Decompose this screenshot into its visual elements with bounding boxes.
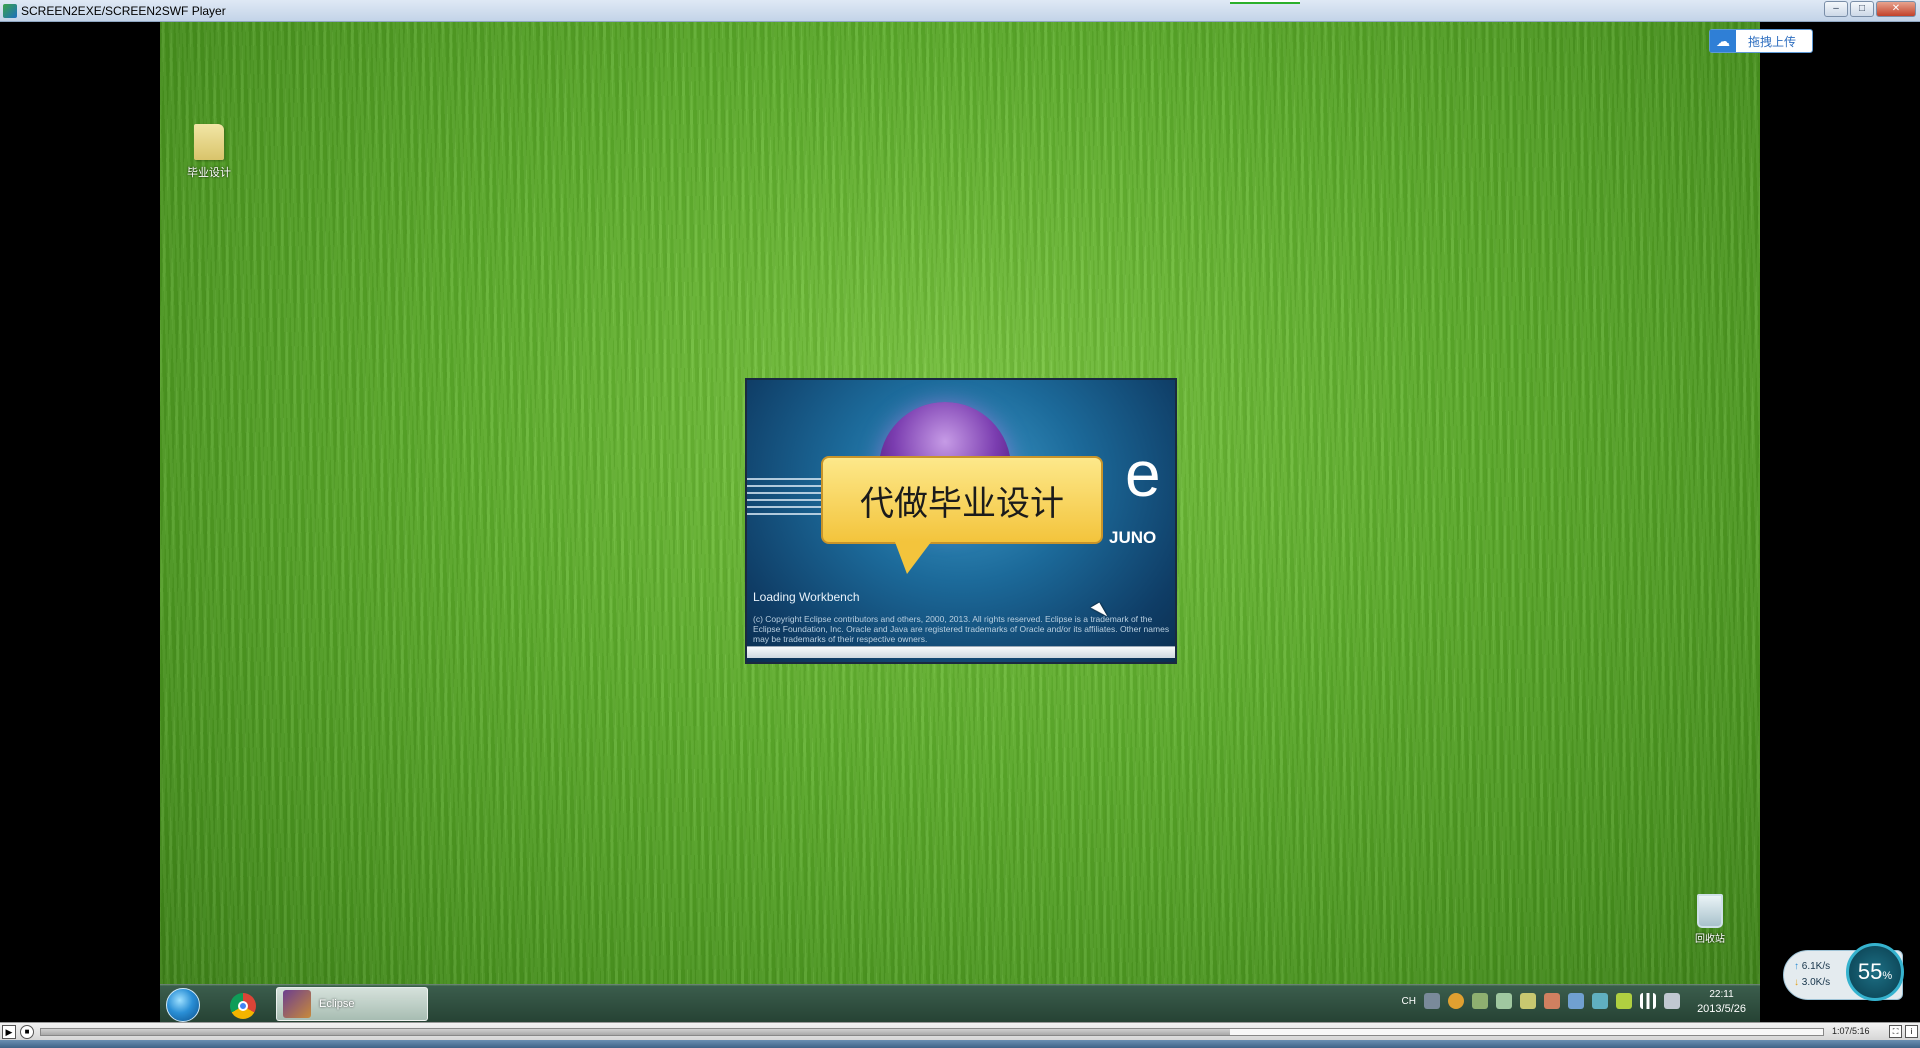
window-controls: – □ ✕	[1824, 1, 1916, 17]
usage-percent: 55	[1857, 959, 1883, 984]
desktop-folder-label: 毕业设计	[187, 167, 231, 179]
usage-gauge: 55%	[1846, 943, 1904, 1001]
network-signal-icon[interactable]	[1640, 993, 1656, 1009]
app-icon	[3, 3, 17, 18]
recycle-bin-icon	[1697, 894, 1723, 928]
upload-speed: 6.1K/s	[1794, 961, 1830, 972]
eclipse-splash-screen: e JUNO 代做毕业设计 Loading Workbench (c) Copy…	[745, 378, 1177, 664]
splash-progress-bar	[747, 646, 1175, 658]
taskbar-item-label: Eclipse	[319, 998, 355, 1010]
tray-app-icon[interactable]	[1592, 993, 1608, 1009]
tray-app-icon[interactable]	[1616, 993, 1632, 1009]
maximize-button[interactable]: □	[1850, 1, 1874, 17]
volume-icon[interactable]	[1664, 993, 1680, 1009]
drag-upload-label: 拖拽上传	[1748, 34, 1797, 49]
tray-app-icon[interactable]	[1448, 993, 1464, 1009]
stop-button[interactable]: ■	[20, 1025, 34, 1039]
tray-app-icon[interactable]	[1520, 993, 1536, 1009]
network-speed-widget[interactable]: 6.1K/s 3.0K/s 55%	[1783, 943, 1904, 1001]
eclipse-icon	[283, 990, 311, 1018]
start-button[interactable]	[166, 988, 200, 1022]
speech-bubble-tail	[895, 542, 931, 574]
os-taskbar-strip	[0, 1040, 1920, 1048]
keyboard-icon[interactable]	[1424, 993, 1440, 1009]
taskbar-clock[interactable]: 22:11 2013/5/26	[1697, 989, 1746, 1015]
chrome-icon[interactable]	[230, 993, 256, 1019]
recycle-bin[interactable]: 回收站	[1680, 894, 1740, 945]
play-button[interactable]: ▶	[2, 1025, 16, 1039]
drag-upload-button[interactable]: ☁ 拖拽上传	[1709, 29, 1813, 53]
splash-copyright: (c) Copyright Eclipse contributors and o…	[753, 614, 1170, 644]
overlay-speech-bubble: 代做毕业设计	[821, 456, 1103, 544]
tray-app-icon[interactable]	[1544, 993, 1560, 1009]
eclipse-logo-letter: e	[1125, 438, 1161, 510]
window-title: SCREEN2EXE/SCREEN2SWF Player	[21, 3, 226, 18]
cloud-icon: ☁	[1710, 30, 1736, 52]
player-timecode: 1:07/5:16	[1832, 1026, 1870, 1036]
eclipse-version-name: JUNO	[1109, 528, 1157, 547]
seek-bar[interactable]	[40, 1028, 1824, 1036]
splash-status: Loading Workbench	[753, 590, 860, 604]
recycle-bin-label: 回收站	[1695, 934, 1725, 945]
desktop-folder[interactable]: 毕业设计	[174, 124, 244, 180]
clock-time: 22:11	[1709, 989, 1734, 1000]
download-speed: 3.0K/s	[1794, 977, 1830, 988]
clock-date: 2013/5/26	[1697, 1003, 1746, 1015]
seek-bar-fill	[41, 1029, 1230, 1035]
tray-app-icon[interactable]	[1472, 993, 1488, 1009]
player-extra-controls: ⛶ i	[1889, 1025, 1918, 1038]
splash-progress-fill	[747, 647, 1175, 658]
title-progress-indicator	[1230, 0, 1300, 4]
tray-app-icon[interactable]	[1496, 993, 1512, 1009]
info-icon[interactable]: i	[1905, 1025, 1918, 1038]
usage-percent-unit: %	[1882, 970, 1893, 982]
minimize-button[interactable]: –	[1824, 1, 1848, 17]
taskbar-item-eclipse[interactable]: Eclipse	[276, 987, 428, 1021]
taskbar: Eclipse CH 22:11 2013/5/26	[160, 984, 1760, 1022]
language-indicator[interactable]: CH	[1402, 996, 1416, 1007]
fullscreen-icon[interactable]: ⛶	[1889, 1025, 1902, 1038]
system-tray: CH	[1402, 993, 1680, 1009]
window-title-bar: SCREEN2EXE/SCREEN2SWF Player – □ ✕	[0, 0, 1920, 22]
player-control-bar: ▶ ■ 1:07/5:16 ⛶ i	[0, 1022, 1920, 1040]
splash-stripes	[747, 478, 827, 518]
close-button[interactable]: ✕	[1876, 1, 1916, 17]
folder-icon	[194, 124, 224, 160]
tray-app-icon[interactable]	[1568, 993, 1584, 1009]
